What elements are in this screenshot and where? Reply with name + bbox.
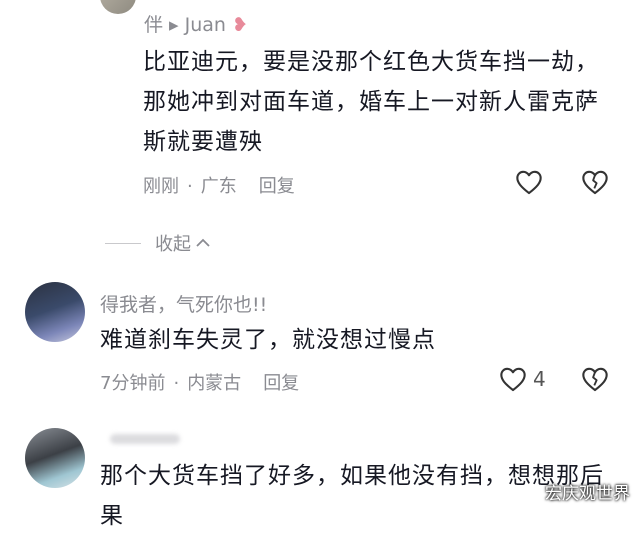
heart-outline-icon <box>516 170 542 195</box>
comment-text-line: 那她冲到对面车道，婚车上一对新人雷克萨 <box>143 89 599 115</box>
comment-text-line: 难道刹车失灵了，就没想过慢点 <box>100 327 436 353</box>
like-count: 4 <box>533 367 546 391</box>
comment-location: 广东 <box>200 176 237 197</box>
comment-author[interactable]: 得我者，气死你也!! <box>100 290 267 317</box>
author-name: 得我者，气死你也!! <box>100 294 268 316</box>
like-button[interactable]: 4 <box>499 366 546 392</box>
lips-emoji-icon: ❥ <box>232 14 248 36</box>
reply-button[interactable]: 回复 <box>263 373 299 394</box>
comment-meta: 7分钟前 · 内蒙古 回复 <box>100 373 300 394</box>
broken-heart-icon <box>582 170 608 195</box>
collapse-label: 收起 <box>155 234 191 255</box>
avatar[interactable] <box>25 282 85 342</box>
comment-author[interactable]: 伴 ▸ Juan ❥ <box>144 10 248 37</box>
watermark: 宏庆观世界 <box>545 484 630 504</box>
author-name: 伴 ▸ Juan <box>144 14 226 36</box>
avatar[interactable] <box>25 428 85 488</box>
reply-button[interactable]: 回复 <box>259 176 295 197</box>
comment-text-line: 比亚迪元，要是没那个红色大货车挡一劫， <box>143 49 599 75</box>
comment-text: 比亚迪元，要是没那个红色大货车挡一劫， 那她冲到对面车道，婚车上一对新人雷克萨 … <box>143 42 623 162</box>
chevron-up-icon <box>196 238 210 247</box>
comment-text: 难道刹车失灵了，就没想过慢点 <box>100 320 620 360</box>
heart-outline-icon <box>500 367 526 392</box>
author-name-blurred <box>110 434 180 444</box>
like-button[interactable] <box>515 169 543 195</box>
comment-time: 刚刚 <box>143 176 179 197</box>
comment-text-line: 斯就要遭殃 <box>143 129 263 155</box>
broken-heart-icon <box>582 367 608 392</box>
collapse-replies-button[interactable]: 收起 <box>105 230 211 256</box>
dislike-button[interactable] <box>581 366 609 392</box>
comment-time: 7分钟前 <box>100 373 166 394</box>
divider <box>105 242 141 244</box>
comment-location: 内蒙古 <box>187 373 242 394</box>
dislike-button[interactable] <box>581 169 609 195</box>
avatar[interactable] <box>100 0 136 14</box>
comment-meta: 刚刚 · 广东 回复 <box>143 176 295 197</box>
